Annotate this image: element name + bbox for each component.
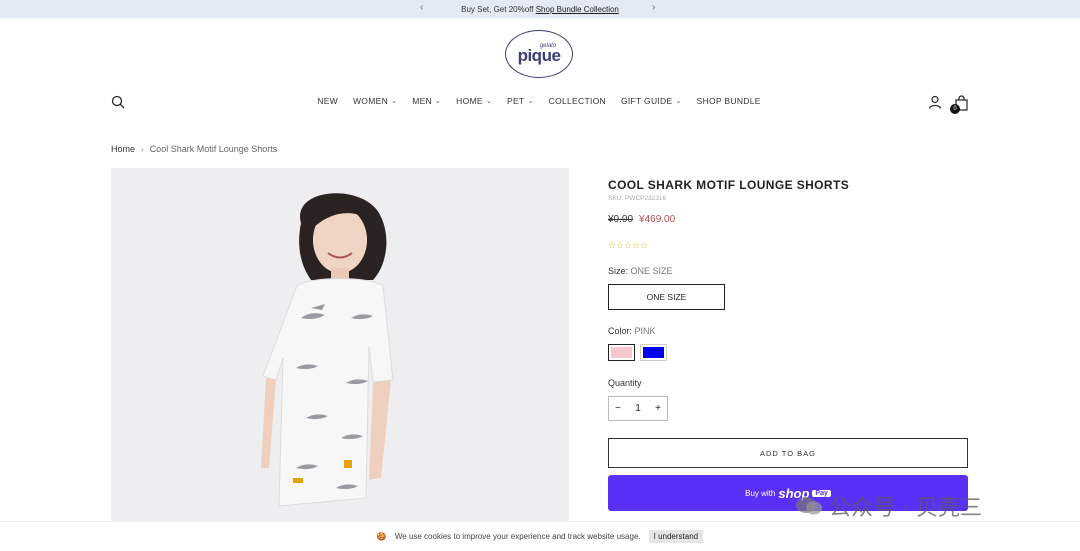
buy-with-text: Buy with	[745, 488, 776, 498]
product-title: COOL SHARK MOTIF LOUNGE SHORTS	[608, 178, 850, 192]
nav-item-gift-guide[interactable]: GIFT GUIDE ⌄	[621, 96, 682, 106]
cookie-bar: 🍪 We use cookies to improve your experie…	[0, 521, 1080, 551]
nav-item-collection[interactable]: COLLECTION	[549, 96, 606, 106]
watermark-text: 公众号 · 贝壳三	[829, 496, 982, 521]
sale-price: ¥469.00	[639, 214, 676, 225]
cookie-text: We use cookies to improve your experienc…	[394, 532, 641, 541]
brand-logo[interactable]: gelato pique	[505, 30, 573, 78]
chevron-right-icon[interactable]: ›	[652, 2, 655, 13]
minus-icon[interactable]: −	[615, 403, 621, 414]
cookie-accept-button[interactable]: I understand	[648, 530, 704, 543]
breadcrumb-current: Cool Shark Motif Lounge Shorts	[149, 144, 278, 154]
announcement-text: Buy Set, Get 20%off	[461, 4, 534, 14]
chevron-down-icon: ⌄	[675, 98, 682, 105]
color-swatch-pink[interactable]	[608, 344, 635, 361]
nav-item-shop-bundle[interactable]: SHOP BUNDLE	[697, 96, 761, 106]
chevron-down-icon: ⌄	[391, 98, 398, 105]
size-option-button[interactable]: ONE SIZE	[608, 284, 725, 310]
shop-bundle-link[interactable]: Shop Bundle Collection	[536, 5, 619, 14]
breadcrumb: Home › Cool Shark Motif Lounge Shorts	[111, 144, 277, 154]
price-block: ¥0.00 ¥469.00	[608, 214, 675, 225]
announcement-bar: ‹ Buy Set, Get 20%off Shop Bundle Collec…	[0, 0, 1080, 18]
color-swatch-blue[interactable]	[640, 344, 667, 361]
breadcrumb-separator-icon: ›	[141, 144, 144, 154]
model-photo	[111, 168, 569, 528]
wechat-icon	[796, 497, 822, 515]
product-image[interactable]	[111, 168, 569, 528]
color-selected-value: PINK	[634, 326, 656, 336]
size-selected-value: ONE SIZE	[630, 266, 673, 276]
nav-item-men[interactable]: MEN ⌄	[412, 96, 441, 106]
account-icon[interactable]	[928, 95, 942, 109]
chevron-left-icon[interactable]: ‹	[420, 2, 423, 13]
product-sku: SKU: PWCP232316	[608, 195, 667, 202]
watermark: 公众号 · 贝壳三	[795, 490, 982, 522]
nav-item-home[interactable]: HOME ⌄	[456, 96, 492, 106]
plus-icon[interactable]: +	[655, 403, 661, 414]
cookie-icon: 🍪	[376, 532, 387, 541]
main-nav: NEW WOMEN ⌄ MEN ⌄ HOME ⌄ PET ⌄ COLLECTION GI…	[0, 96, 1080, 106]
breadcrumb-home[interactable]: Home	[111, 144, 135, 154]
star-rating-icon[interactable]: ☆☆☆☆☆	[608, 240, 648, 251]
chevron-down-icon: ⌄	[527, 98, 534, 105]
chevron-down-icon: ⌄	[434, 98, 442, 105]
old-price: ¥0.00	[608, 214, 634, 225]
quantity-value[interactable]: 1	[635, 403, 641, 414]
color-label: Color: PINK	[608, 326, 656, 336]
add-to-bag-button[interactable]: ADD TO BAG	[608, 438, 968, 468]
quantity-stepper: − 1 +	[608, 396, 668, 421]
nav-item-women[interactable]: WOMEN ⌄	[353, 96, 397, 106]
logo-big-text: pique	[517, 45, 561, 65]
nav-item-pet[interactable]: PET ⌄	[507, 96, 534, 106]
nav-item-new[interactable]: NEW	[317, 96, 338, 106]
quantity-label: Quantity	[608, 378, 642, 388]
chevron-down-icon: ⌄	[485, 98, 493, 105]
announcement-message: Buy Set, Get 20%off Shop Bundle Collecti…	[461, 5, 619, 14]
size-label: Size: ONE SIZE	[608, 266, 673, 276]
cart-count-badge: 0	[950, 104, 960, 114]
